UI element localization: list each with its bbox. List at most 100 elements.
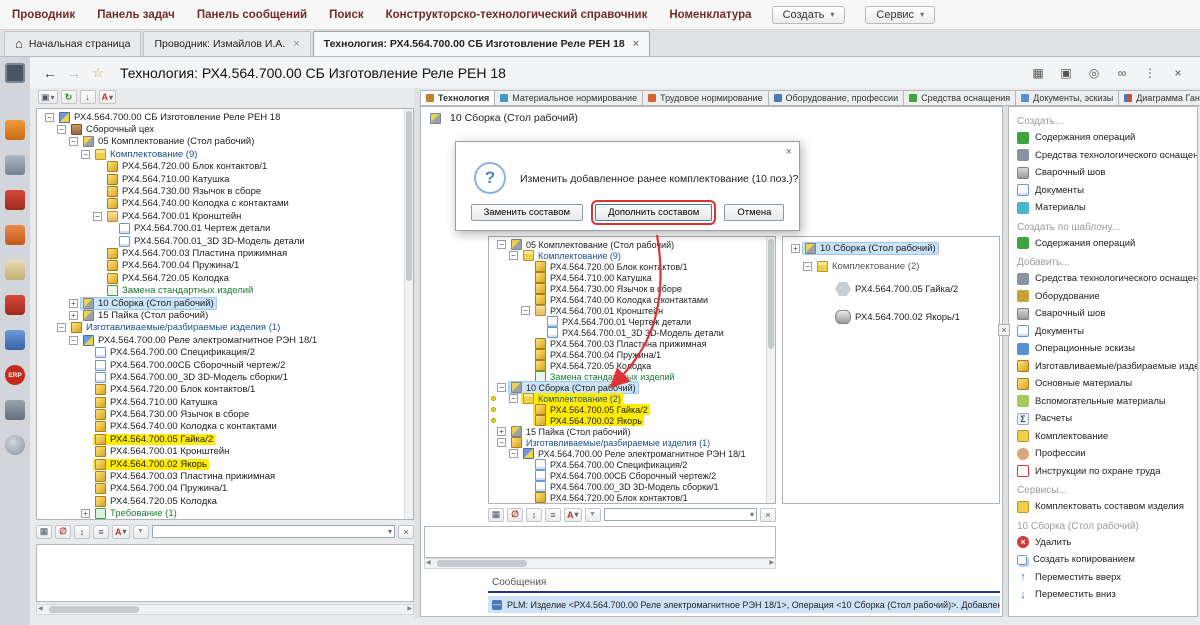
expander-icon[interactable]: + xyxy=(69,298,78,308)
action-operation-content[interactable]: Содержания операций xyxy=(1009,235,1197,253)
tab-labor-norm[interactable]: Трудовое нормирование xyxy=(643,90,769,106)
tree-item[interactable]: − РХ4.564.700.00 Реле электромагнитное РЭ… xyxy=(489,448,775,459)
tree-item[interactable]: − РХ4.564.700.00 Реле электромагнитное РЭ… xyxy=(37,334,413,346)
collapse-panel-button[interactable]: × xyxy=(998,324,1010,336)
expander-icon[interactable]: − xyxy=(497,240,506,249)
more-menu-icon[interactable]: ⋮ xyxy=(1142,66,1158,80)
tree-item[interactable]: + Требование (1) xyxy=(37,508,413,519)
filter-input[interactable] xyxy=(604,509,750,520)
tree-item[interactable]: РХ4.564.700.04 Пружина/1 xyxy=(489,349,775,360)
journal-icon[interactable] xyxy=(5,260,25,280)
tree-item[interactable]: РХ4.564.700.01 Кронштейн xyxy=(37,446,413,458)
tools-icon[interactable] xyxy=(5,400,25,420)
tree-item[interactable]: − Изготавливаемые/разбираемые изделия (1) xyxy=(37,322,413,334)
action-kit[interactable]: Комплектование xyxy=(1009,428,1197,446)
tree-item[interactable]: РХ4.564.700.04 Пружина/1 xyxy=(37,260,413,272)
action-copy[interactable]: Создать копированием xyxy=(1009,551,1197,569)
tree-item[interactable]: РХ4.564.720.00 Блок контактов/1 xyxy=(37,384,413,396)
tab-close-icon[interactable]: × xyxy=(633,38,639,50)
action-tooling[interactable]: Средства технологического оснащения xyxy=(1009,270,1197,288)
tree-item[interactable]: РХ4.564.700.01_3D 3D-Модель детали xyxy=(37,235,413,247)
tab-docs[interactable]: Документы, эскизы xyxy=(1016,90,1120,106)
tree-item[interactable]: Замена стандартных изделий xyxy=(489,371,775,382)
search-icon[interactable]: ◎ xyxy=(1086,66,1102,80)
menu-item[interactable]: Поиск xyxy=(329,9,364,21)
tree-item[interactable]: − 10 Сборка (Стол рабочий) xyxy=(489,381,775,394)
view-mode-button[interactable]: ▣ ▾ xyxy=(38,90,58,104)
favorite-icon[interactable]: ☆ xyxy=(88,65,108,81)
clear-filter-button[interactable]: × xyxy=(760,507,776,522)
order-button[interactable]: ≡ xyxy=(545,507,561,522)
tree-item[interactable]: РХ4.564.700.00_3D 3D-Модель сборки/1 xyxy=(489,481,775,492)
close-window-icon[interactable]: × xyxy=(1170,66,1186,80)
menu-item[interactable]: Панель задач xyxy=(97,9,175,21)
prohibit-button[interactable]: ∅ xyxy=(55,524,71,539)
tree-item[interactable]: РХ4.564.700.00СБ Сборочный чертеж/2 xyxy=(37,359,413,371)
tree-item[interactable]: − Комплектование (2) xyxy=(783,257,999,275)
tree-item[interactable]: РХ4.564.700.00 Спецификация/2 xyxy=(37,346,413,359)
tab-material-norm[interactable]: Материальное нормирование xyxy=(495,90,644,106)
tab-tooling[interactable]: Средства оснащения xyxy=(904,90,1017,106)
forward-button[interactable]: → xyxy=(64,65,84,81)
menu-item[interactable]: Номенклатура xyxy=(669,9,751,21)
tree-item[interactable]: РХ4.564.720.05 Колодка xyxy=(489,360,775,371)
expander-icon[interactable]: − xyxy=(497,438,506,447)
tree-item[interactable]: РХ4.564.730.00 Язычок в сборе xyxy=(489,283,775,294)
tree-item[interactable]: − 05 Комплектование (Стол рабочий) xyxy=(489,239,775,250)
plugins-icon[interactable] xyxy=(5,330,25,350)
window-icon[interactable]: ▣ xyxy=(1058,66,1074,80)
tree-item[interactable]: +15 Пайка (Стол рабочий) xyxy=(37,309,413,321)
expander-icon[interactable]: + xyxy=(791,243,800,253)
sort-button[interactable]: ↕ xyxy=(526,507,542,522)
action-kit-product[interactable]: Комплектовать составом изделия xyxy=(1009,498,1197,516)
tree-item[interactable]: − РХ4.564.700.01 Кронштейн xyxy=(37,210,413,222)
tree-item[interactable]: РХ4.564.740.00 Колодка с контактами xyxy=(37,198,413,210)
vertical-scrollbar[interactable] xyxy=(404,109,413,519)
tree-item[interactable]: РХ4.564.730.00 Язычок в сборе xyxy=(37,408,413,421)
tree-item[interactable]: +10 Сборка (Стол рабочий) xyxy=(783,239,999,257)
action-safety[interactable]: Инструкции по охране труда xyxy=(1009,463,1197,481)
expander-icon[interactable]: − xyxy=(69,137,78,147)
action-move-up[interactable]: ↑ Переместить вверх xyxy=(1009,569,1197,587)
action-calc[interactable]: Σ Расчеты xyxy=(1009,410,1197,428)
appearance-button[interactable]: А ▾ xyxy=(98,90,117,104)
tree-item[interactable]: − Комплектование (9) xyxy=(489,250,775,261)
expander-icon[interactable]: + xyxy=(81,509,90,519)
scrollbar-thumb[interactable] xyxy=(406,111,412,281)
tree-item[interactable]: РХ4.564.730.00 Язычок в сборе xyxy=(37,185,413,198)
tab-tech[interactable]: Технология xyxy=(420,90,496,106)
tab[interactable]: Проводник: Измайлов И.А. × xyxy=(143,31,311,56)
horizontal-scrollbar[interactable]: ◀ ▶ xyxy=(36,604,414,615)
action-move-down[interactable]: ↓ Переместить вниз xyxy=(1009,586,1197,604)
action-base-material[interactable]: Основные материалы xyxy=(1009,375,1197,393)
tree-item[interactable]: РХ4.564.700.03 Пластина прижимная xyxy=(489,338,775,349)
storage-icon[interactable] xyxy=(5,190,25,210)
tree-item[interactable]: РХ4.564.710.00 Катушка xyxy=(489,272,775,283)
scrollbar-thumb[interactable] xyxy=(768,239,774,349)
scroll-right-icon[interactable]: ▶ xyxy=(769,559,774,568)
tree-item[interactable]: РХ4.564.710.00 Катушка xyxy=(489,503,775,504)
expander-icon[interactable]: + xyxy=(497,427,506,436)
tree-item[interactable]: РХ4.564.700.00 Спецификация/2 xyxy=(489,459,775,470)
prohibit-button[interactable]: ∅ xyxy=(507,507,523,522)
tree-item[interactable]: РХ4.564.720.00 Блок контактов/1 xyxy=(489,261,775,272)
expander-icon[interactable]: + xyxy=(69,310,78,320)
tree-item[interactable]: РХ4.564.720.05 Колодка xyxy=(37,495,413,507)
action-equipment[interactable]: Оборудование xyxy=(1009,288,1197,306)
layout-button[interactable]: ▦ xyxy=(36,524,52,539)
tab-equipment[interactable]: Оборудование, профессии xyxy=(768,90,905,106)
tree-item[interactable]: − Изготавливаемые/разбираемые изделия (1) xyxy=(489,437,775,448)
action-tooling[interactable]: Средства технологического оснащения xyxy=(1009,147,1197,165)
action-profession[interactable]: Профессии xyxy=(1009,445,1197,463)
tree-item[interactable]: − 05 Комплектование (Стол рабочий) xyxy=(37,136,413,148)
expander-icon[interactable]: − xyxy=(93,211,102,221)
sort-button[interactable]: ↕ xyxy=(74,524,90,539)
expander-icon[interactable]: − xyxy=(497,383,506,392)
expander-icon[interactable]: − xyxy=(509,449,518,458)
expander-icon[interactable]: − xyxy=(521,306,530,315)
erp-icon[interactable]: ERP xyxy=(5,365,25,385)
plm-message-row[interactable]: — PLM: Изделие <РХ4.564.700.00 Реле элек… xyxy=(488,596,1000,613)
action-material[interactable]: Материалы xyxy=(1009,199,1197,217)
tab[interactable]: ⌂ Начальная страница xyxy=(4,31,142,56)
layout-button[interactable]: ▦ xyxy=(488,507,504,522)
